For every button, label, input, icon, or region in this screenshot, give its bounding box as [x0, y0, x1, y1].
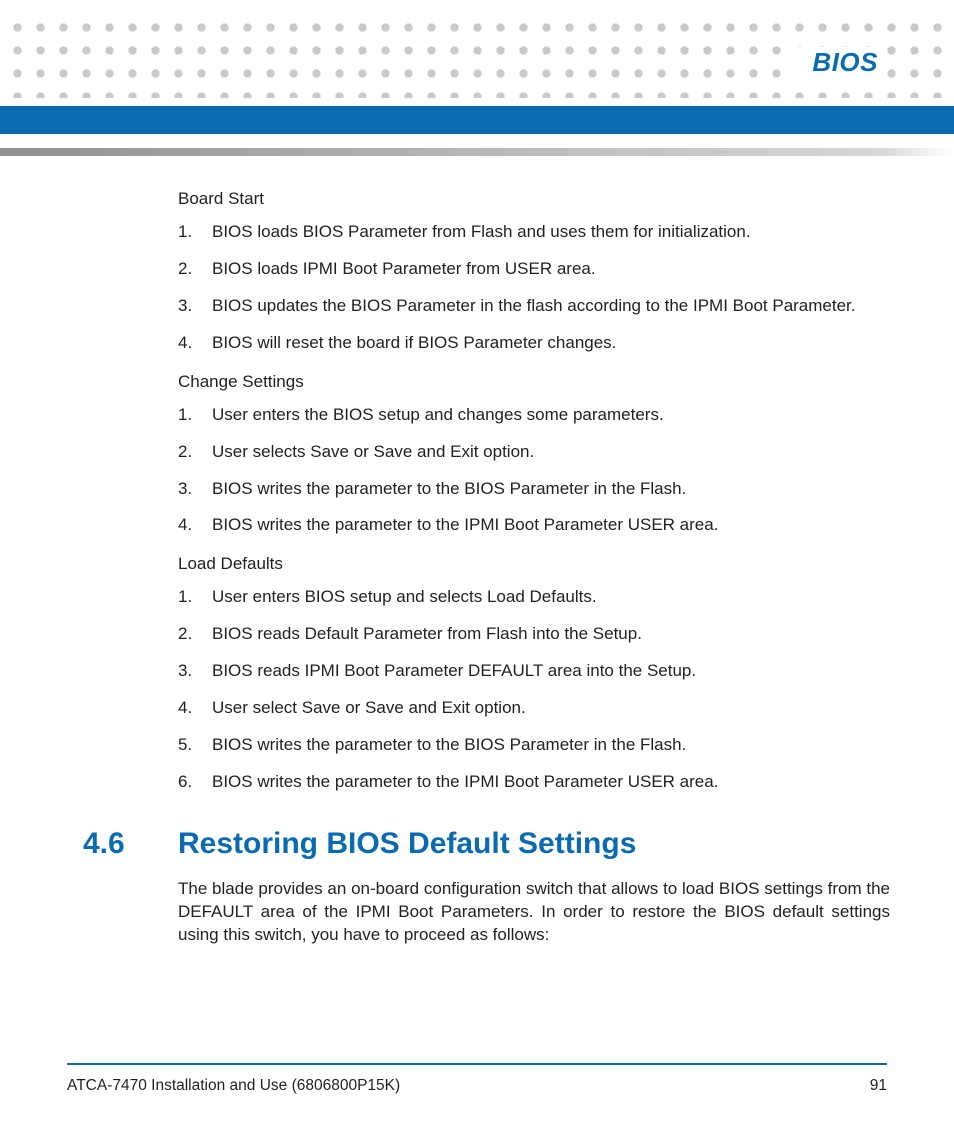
change-settings-list: 1. User enters the BIOS setup and change… — [178, 404, 890, 538]
list-item: 3. BIOS reads IPMI Boot Parameter DEFAUL… — [178, 660, 890, 683]
list-text: BIOS will reset the board if BIOS Parame… — [212, 332, 890, 355]
header-gradient-rule — [0, 148, 954, 156]
list-item: 1. BIOS loads BIOS Parameter from Flash … — [178, 221, 890, 244]
list-text: BIOS loads IPMI Boot Parameter from USER… — [212, 258, 890, 281]
section-number: 4.6 — [83, 824, 178, 865]
list-number: 6. — [178, 771, 212, 794]
list-number: 5. — [178, 734, 212, 757]
list-number: 4. — [178, 697, 212, 720]
chapter-title: BIOS — [790, 47, 886, 78]
list-item: 5. BIOS writes the parameter to the BIOS… — [178, 734, 890, 757]
list-number: 4. — [178, 332, 212, 355]
list-item: 2. BIOS loads IPMI Boot Parameter from U… — [178, 258, 890, 281]
list-number: 2. — [178, 623, 212, 646]
footer-rule — [67, 1063, 887, 1065]
list-item: 4. BIOS will reset the board if BIOS Par… — [178, 332, 890, 355]
list-text: BIOS loads BIOS Parameter from Flash and… — [212, 221, 890, 244]
list-number: 3. — [178, 295, 212, 318]
list-text: User enters the BIOS setup and changes s… — [212, 404, 890, 427]
section-body: The blade provides an on-board configura… — [178, 878, 890, 947]
list-text: User select Save or Save and Exit option… — [212, 697, 890, 720]
load-defaults-heading: Load Defaults — [178, 553, 890, 576]
list-item: 3. BIOS updates the BIOS Parameter in th… — [178, 295, 890, 318]
list-text: BIOS reads Default Parameter from Flash … — [212, 623, 890, 646]
list-text: BIOS writes the parameter to the BIOS Pa… — [212, 734, 890, 757]
list-text: BIOS reads IPMI Boot Parameter DEFAULT a… — [212, 660, 890, 683]
page-content: Board Start 1. BIOS loads BIOS Parameter… — [178, 188, 890, 947]
list-text: BIOS writes the parameter to the IPMI Bo… — [212, 514, 890, 537]
list-item: 3. BIOS writes the parameter to the BIOS… — [178, 478, 890, 501]
list-text: BIOS writes the parameter to the IPMI Bo… — [212, 771, 890, 794]
list-number: 1. — [178, 221, 212, 244]
page: BIOS Board Start 1. BIOS loads BIOS Para… — [0, 0, 954, 1145]
list-item: 1. User enters the BIOS setup and change… — [178, 404, 890, 427]
section-heading-row: 4.6 Restoring BIOS Default Settings — [83, 824, 890, 865]
list-number: 1. — [178, 404, 212, 427]
list-number: 3. — [178, 660, 212, 683]
list-number: 2. — [178, 441, 212, 464]
load-defaults-list: 1. User enters BIOS setup and selects Lo… — [178, 586, 890, 794]
list-number: 1. — [178, 586, 212, 609]
board-start-heading: Board Start — [178, 188, 890, 211]
change-settings-heading: Change Settings — [178, 371, 890, 394]
footer-doc-title: ATCA-7470 Installation and Use (6806800P… — [67, 1077, 400, 1095]
header-blue-bar — [0, 106, 954, 134]
footer-page-number: 91 — [870, 1077, 887, 1095]
list-item: 1. User enters BIOS setup and selects Lo… — [178, 586, 890, 609]
board-start-list: 1. BIOS loads BIOS Parameter from Flash … — [178, 221, 890, 355]
list-item: 2. User selects Save or Save and Exit op… — [178, 441, 890, 464]
list-number: 4. — [178, 514, 212, 537]
list-item: 6. BIOS writes the parameter to the IPMI… — [178, 771, 890, 794]
list-text: BIOS writes the parameter to the BIOS Pa… — [212, 478, 890, 501]
footer-row: ATCA-7470 Installation and Use (6806800P… — [67, 1077, 887, 1095]
page-footer: ATCA-7470 Installation and Use (6806800P… — [67, 1063, 887, 1095]
list-item: 4. BIOS writes the parameter to the IPMI… — [178, 514, 890, 537]
list-number: 2. — [178, 258, 212, 281]
list-text: User selects Save or Save and Exit optio… — [212, 441, 890, 464]
list-text: BIOS updates the BIOS Parameter in the f… — [212, 295, 890, 318]
list-item: 2. BIOS reads Default Parameter from Fla… — [178, 623, 890, 646]
section-title: Restoring BIOS Default Settings — [178, 824, 636, 865]
list-number: 3. — [178, 478, 212, 501]
list-item: 4. User select Save or Save and Exit opt… — [178, 697, 890, 720]
list-text: User enters BIOS setup and selects Load … — [212, 586, 890, 609]
